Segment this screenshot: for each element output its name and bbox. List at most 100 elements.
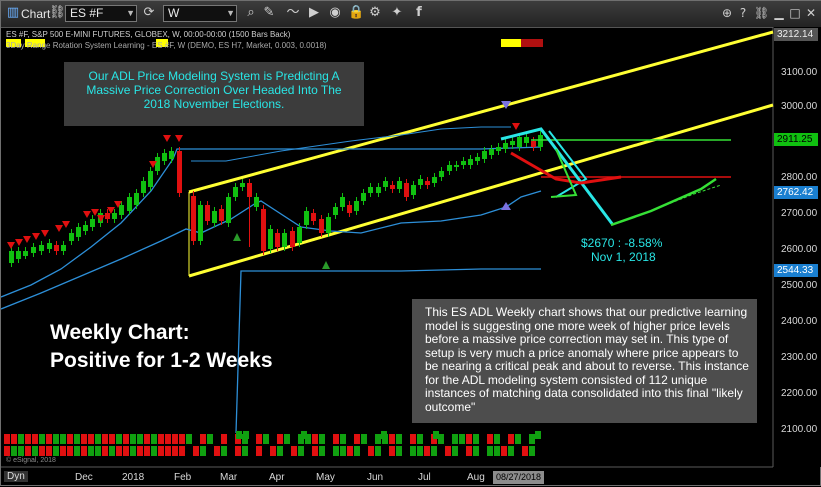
- signal-block: [256, 446, 262, 456]
- chart-window: ▥ Chart ⛓ ES #F ▼ ⟳ W ▼ ⌕ ✎ 〜 ▶ ◉ 🔒 ⚙ ✦ …: [0, 0, 821, 486]
- signal-block: [102, 434, 108, 444]
- signal-block: [221, 434, 227, 444]
- signal-block: [375, 446, 381, 456]
- candle-body: [148, 171, 153, 187]
- candle-body: [411, 185, 416, 195]
- signal-block: [515, 434, 521, 444]
- candle-body: [141, 181, 146, 193]
- signal-block: [340, 434, 346, 444]
- projection-green-path: [610, 177, 717, 227]
- candle-body: [503, 143, 508, 149]
- signal-block: [32, 434, 38, 444]
- signal-block: [235, 446, 241, 456]
- signal-block: [25, 434, 31, 444]
- candle-body: [454, 165, 459, 167]
- signal-block: [67, 446, 73, 456]
- price-tag-low: 2544.33: [774, 264, 818, 277]
- price-axis-label: 2200.00: [781, 388, 818, 399]
- signal-block: [4, 446, 10, 456]
- signal-block: [417, 434, 423, 444]
- date-axis-label: Dec: [75, 472, 93, 483]
- signal-block: [236, 431, 242, 439]
- signal-block: [473, 434, 479, 444]
- signal-block: [298, 446, 304, 456]
- candle-body: [282, 233, 287, 247]
- candle-body: [397, 181, 402, 189]
- info-text: This ES ADL Weekly chart shows that our …: [425, 305, 749, 414]
- annotation-line: Massive Price Correction Over Headed Int…: [86, 83, 342, 97]
- signal-block: [32, 446, 38, 456]
- signal-block: [508, 446, 514, 456]
- dyn-button[interactable]: Dyn: [4, 471, 28, 482]
- candle-body: [254, 197, 259, 207]
- signal-block: [109, 434, 115, 444]
- price-axis-label: 2100.00: [781, 424, 818, 435]
- signal-block: [452, 446, 458, 456]
- candle-body: [425, 181, 430, 185]
- price-axis-label: 2800.00: [781, 172, 818, 183]
- candle-body: [16, 251, 21, 259]
- candle-body: [368, 187, 373, 193]
- signal-block: [333, 434, 339, 444]
- signal-block: [333, 446, 339, 456]
- candle-body: [304, 211, 309, 225]
- signal-block: [424, 446, 430, 456]
- signal-block: [4, 434, 10, 444]
- candle-body: [510, 141, 515, 145]
- signal-block: [179, 434, 185, 444]
- weekly-chart-title: Weekly Chart:: [50, 321, 190, 344]
- signal-block: [354, 446, 360, 456]
- price-axis-label: 3000.00: [781, 101, 818, 112]
- signal-block: [18, 446, 24, 456]
- signal-block: [116, 434, 122, 444]
- annotation-line: Our ADL Price Modeling System is Predict…: [88, 69, 340, 83]
- candle-body: [432, 177, 437, 183]
- candle-body: [247, 183, 252, 197]
- candle-body: [390, 185, 395, 189]
- signal-block: [381, 431, 387, 439]
- date-axis-label: Mar: [220, 472, 238, 483]
- study-legend: 3Day Range Rotation System Learning - ES…: [6, 41, 327, 50]
- signal-block: [508, 434, 514, 444]
- candle-body: [54, 245, 59, 251]
- signal-block: [396, 434, 402, 444]
- price-axis-label: 2600.00: [781, 244, 818, 255]
- signal-block: [494, 434, 500, 444]
- signal-block: [270, 446, 276, 456]
- symbol-legend: ES #F, S&P 500 E-MINI FUTURES, GLOBEX, W…: [6, 30, 291, 39]
- sell-signal-marker: [175, 135, 183, 142]
- signal-block: [221, 446, 227, 456]
- signal-block: [137, 446, 143, 456]
- candle-body: [162, 153, 167, 161]
- candle-body: [531, 141, 536, 147]
- candle-body: [191, 196, 196, 241]
- signal-block: [529, 434, 535, 444]
- signal-block: [410, 434, 416, 444]
- signal-block: [410, 446, 416, 456]
- candle-body: [61, 245, 66, 251]
- sell-signal-marker: [83, 211, 91, 218]
- signal-block: [466, 434, 472, 444]
- signal-block: [158, 446, 164, 456]
- signal-block: [312, 434, 318, 444]
- signal-block: [53, 446, 59, 456]
- candle-body: [404, 183, 409, 197]
- candle-body: [233, 187, 238, 197]
- projection-green-dash: [655, 184, 722, 210]
- candle-body: [418, 179, 423, 185]
- candle-body: [361, 193, 366, 201]
- annotation-line: 2018 November Elections.: [143, 97, 285, 111]
- date-axis-label: Aug: [467, 472, 485, 483]
- signal-block: [151, 446, 157, 456]
- signal-block: [18, 434, 24, 444]
- signal-block: [347, 446, 353, 456]
- esignal-copyright: © eSignal, 2018: [6, 457, 56, 464]
- candle-body: [439, 171, 444, 177]
- candle-body: [119, 205, 124, 215]
- candle-body: [76, 227, 81, 237]
- candle-body: [219, 209, 224, 221]
- signal-block: [473, 446, 479, 456]
- projection-date-label: Nov 1, 2018: [591, 250, 656, 264]
- price-axis-label: 2400.00: [781, 316, 818, 327]
- candle-body: [340, 197, 345, 207]
